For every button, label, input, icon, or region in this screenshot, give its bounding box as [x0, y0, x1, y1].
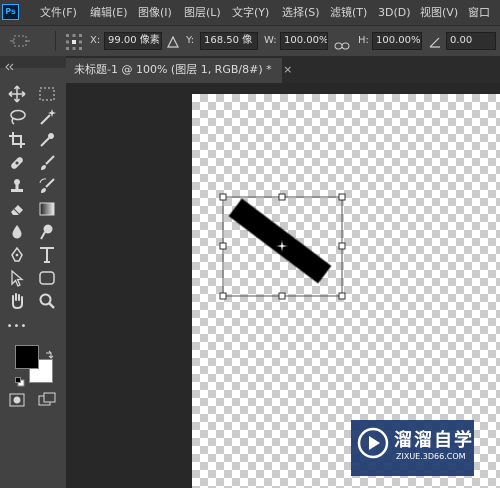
menu-file[interactable]: 文件(F) [40, 0, 77, 25]
transform-handle-top[interactable] [278, 193, 286, 201]
eraser-tool-icon[interactable] [6, 198, 28, 220]
marquee-tool-icon[interactable] [36, 83, 58, 105]
w-label: W: [264, 35, 277, 46]
tool-preset-picker[interactable] [8, 33, 34, 49]
link-icon[interactable] [334, 36, 350, 50]
transform-handle-top-left[interactable] [219, 193, 227, 201]
crop-tool-icon[interactable] [6, 129, 28, 151]
menu-filter[interactable]: 滤镜(T) [330, 0, 367, 25]
type-tool-icon[interactable] [36, 244, 58, 266]
transform-handle-bottom-left[interactable] [219, 292, 227, 300]
zoom-tool-icon[interactable] [36, 290, 58, 312]
height-field[interactable]: 100.00% [372, 32, 422, 50]
more-tools-icon[interactable]: ••• [6, 316, 28, 338]
transform-handle-top-right[interactable] [338, 193, 346, 201]
photoshop-logo-icon[interactable]: Ps [2, 4, 19, 20]
menu-select[interactable]: 选择(S) [282, 0, 320, 25]
menu-3d[interactable]: 3D(D) [378, 0, 411, 25]
close-tab-icon[interactable]: × [283, 63, 292, 76]
brush-tool-icon[interactable] [36, 152, 58, 174]
relative-position-icon[interactable] [166, 34, 180, 48]
quick-mask-icon[interactable] [6, 389, 28, 411]
watermark-url: ZIXUE.3D66.COM [396, 452, 466, 461]
transform-handle-bottom[interactable] [278, 292, 286, 300]
menu-view[interactable]: 视图(V) [420, 0, 458, 25]
foreground-color-swatch[interactable] [15, 345, 39, 369]
transform-handle-left[interactable] [219, 242, 227, 250]
menu-edit[interactable]: 编辑(E) [90, 0, 128, 25]
document-title: 未标题-1 @ 100% (图层 1, RGB/8#) * [74, 63, 272, 76]
width-field[interactable]: 100.00% [280, 32, 328, 50]
history-brush-tool-icon[interactable] [36, 175, 58, 197]
blur-tool-icon[interactable] [6, 221, 28, 243]
screen-mode-icon[interactable] [36, 389, 58, 411]
path-selection-tool-icon[interactable] [6, 267, 28, 289]
magic-wand-tool-icon[interactable] [36, 106, 58, 128]
watermark-brand: 溜溜自学 [394, 430, 474, 451]
document-tab[interactable]: 未标题-1 @ 100% (图层 1, RGB/8#) * × [66, 58, 292, 83]
clone-stamp-tool-icon[interactable] [6, 175, 28, 197]
angle-icon [428, 34, 442, 48]
h-label: H: [358, 35, 369, 46]
eyedropper-tool-icon[interactable] [36, 129, 58, 151]
dodge-tool-icon[interactable] [36, 221, 58, 243]
hand-tool-icon[interactable] [6, 290, 28, 312]
menu-window[interactable]: 窗口 [468, 0, 490, 25]
menu-layer[interactable]: 图层(L) [184, 0, 221, 25]
transform-handle-bottom-right[interactable] [338, 292, 346, 300]
transform-handle-right[interactable] [338, 242, 346, 250]
gradient-tool-icon[interactable] [36, 198, 58, 220]
pen-tool-icon[interactable] [6, 244, 28, 266]
move-transform-icon [10, 35, 30, 47]
x-position-field[interactable]: 99.00 像素 [104, 32, 162, 50]
swap-colors-icon[interactable] [44, 345, 54, 359]
default-colors-icon[interactable] [15, 372, 25, 387]
healing-brush-tool-icon[interactable] [6, 152, 28, 174]
reference-point-icon[interactable] [64, 32, 84, 52]
x-label: X: [90, 35, 101, 46]
y-label: Y: [186, 35, 195, 46]
menu-type[interactable]: 文字(Y) [232, 0, 269, 25]
shape-tool-icon[interactable] [36, 267, 58, 289]
move-tool-icon[interactable] [6, 83, 28, 105]
watermark-logo-icon [356, 426, 390, 460]
rotate-angle-field[interactable]: 0.00 [446, 32, 496, 50]
lasso-tool-icon[interactable] [6, 106, 28, 128]
collapse-panel-icon[interactable] [4, 57, 14, 71]
menu-image[interactable]: 图像(I) [138, 0, 172, 25]
black-bar-shape [228, 198, 332, 284]
y-position-field[interactable]: 168.50 像 [200, 32, 258, 50]
